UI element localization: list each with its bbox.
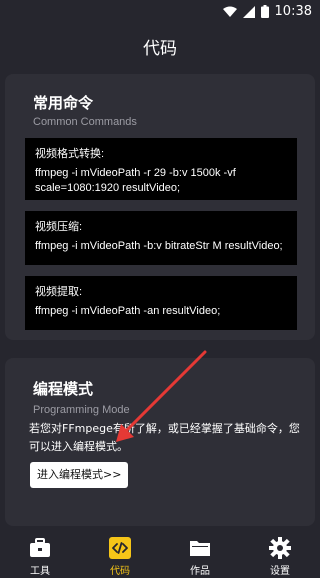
command-label: 视频提取: — [35, 286, 83, 298]
programming-mode-description: 若您对FFmpege有所了解，或已经掌握了基础命令，您可以进入编程模式。 — [29, 422, 300, 453]
nav-label: 工具 — [30, 566, 50, 577]
battery-icon — [260, 5, 269, 18]
bottom-nav: 工具 代码 作品 设置 — [0, 532, 320, 578]
command-box-format-convert: 视频格式转换: ffmpeg -i mVideoPath -r 29 -b:v … — [25, 138, 297, 200]
nav-label: 代码 — [110, 566, 130, 577]
command-code: ffmpeg -i mVideoPath -r 29 -b:v 1500k -v… — [35, 167, 236, 194]
code-icon — [108, 536, 132, 560]
nav-label: 设置 — [270, 566, 290, 577]
page-title: 代码 — [143, 38, 177, 59]
command-label: 视频压缩: — [35, 221, 83, 233]
command-code: ffmpeg -i mVideoPath -an resultVideo; — [35, 305, 221, 317]
common-commands-title: 常用命令 — [33, 94, 94, 112]
nav-item-works[interactable]: 作品 — [160, 532, 240, 578]
wifi-icon — [222, 6, 237, 17]
status-time: 10:38 — [274, 4, 312, 19]
app-bar: 代码 — [0, 24, 320, 68]
toolbox-icon — [28, 536, 52, 560]
gear-icon — [268, 536, 292, 560]
nav-label: 作品 — [190, 566, 210, 577]
command-code: ffmpeg -i mVideoPath -b:v bitrateStr M r… — [35, 240, 283, 252]
folder-icon — [188, 536, 212, 560]
nav-item-code[interactable]: 代码 — [80, 532, 160, 578]
command-box-extract: 视频提取: ffmpeg -i mVideoPath -an resultVid… — [25, 276, 297, 330]
nav-item-tools[interactable]: 工具 — [0, 532, 80, 578]
enter-programming-mode-button[interactable]: 进入编程模式>> — [30, 462, 129, 488]
signal-icon — [242, 5, 255, 18]
common-commands-subtitle: Common Commands — [33, 116, 137, 128]
programming-mode-subtitle: Programming Mode — [33, 404, 130, 416]
command-box-compress: 视频压缩: ffmpeg -i mVideoPath -b:v bitrateS… — [25, 211, 297, 265]
status-bar: 10:38 — [0, 0, 320, 24]
programming-mode-title: 编程模式 — [33, 380, 94, 398]
common-commands-card: 常用命令 Common Commands 视频格式转换: ffmpeg -i m… — [5, 74, 315, 340]
programming-mode-card: 编程模式 Programming Mode 若您对FFmpege有所了解，或已经… — [5, 358, 315, 526]
status-icons: 10:38 — [222, 4, 312, 19]
nav-item-settings[interactable]: 设置 — [240, 532, 320, 578]
command-label: 视频格式转换: — [35, 148, 105, 160]
